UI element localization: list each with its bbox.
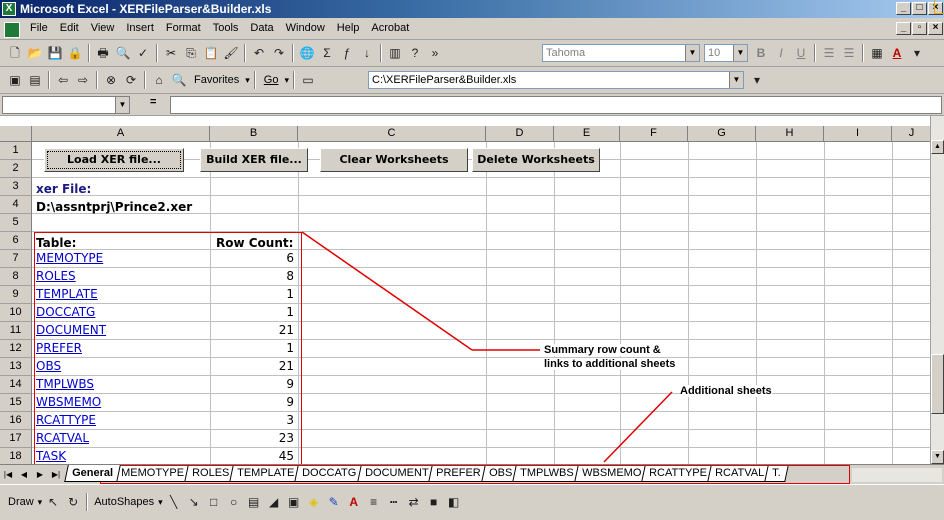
separator	[86, 493, 89, 511]
summary-note-line2: links to additional sheets	[544, 358, 676, 370]
arrow-icon[interactable]: ↘	[185, 493, 203, 511]
summary-note-line1: Summary row count &	[544, 344, 661, 356]
first-sheet-icon[interactable]: |◀	[2, 468, 14, 482]
3d-icon[interactable]: ◧	[445, 493, 463, 511]
summary-arrow-line	[301, 231, 473, 351]
textbox-icon[interactable]: ▤	[245, 493, 263, 511]
clipart-icon[interactable]: ▣	[285, 493, 303, 511]
prev-sheet-icon[interactable]: ◀	[18, 468, 30, 482]
line-style-icon[interactable]: ≡	[365, 493, 383, 511]
fill-color-icon[interactable]: ◈	[305, 493, 323, 511]
chevron-down-icon[interactable]: ▾	[38, 497, 43, 508]
oval-icon[interactable]: ○	[225, 493, 243, 511]
drawing-toolbar: Draw ▾ ↖ ↻ AutoShapes ▾ ╲ ↘ □ ○ ▤ ◢ ▣ ◈ …	[0, 484, 944, 520]
shadow-icon[interactable]: ■	[425, 493, 443, 511]
scroll-thumb[interactable]	[931, 354, 944, 414]
scroll-up-icon[interactable]: ▲	[931, 140, 944, 154]
font-color-icon[interactable]: A	[345, 493, 363, 511]
free-rotate-icon[interactable]: ↻	[64, 493, 82, 511]
line-color-icon[interactable]: ✎	[325, 493, 343, 511]
autoshapes-menu-button[interactable]: AutoShapes	[92, 496, 156, 508]
additional-sheets-note: Additional sheets	[680, 385, 772, 397]
chevron-down-icon[interactable]: ▾	[158, 497, 163, 508]
draw-menu-button[interactable]: Draw	[6, 496, 36, 508]
select-objects-icon[interactable]: ↖	[44, 493, 62, 511]
vertical-scrollbar[interactable]: ▲ ▼	[930, 116, 944, 464]
scroll-down-icon[interactable]: ▼	[931, 450, 944, 464]
next-sheet-icon[interactable]: ▶	[34, 468, 46, 482]
sheet-tab-bar: |◀ ◀ ▶ ▶| General MEMOTYPE ROLES TEMPLATE DO…	[0, 464, 944, 484]
annotation-arrows	[301, 231, 673, 463]
wordart-icon[interactable]: ◢	[265, 493, 283, 511]
sheet-tab[interactable]: General	[64, 465, 121, 482]
sheet-tab-label: General	[72, 467, 114, 479]
rectangle-icon[interactable]: □	[205, 493, 223, 511]
tabs-highlight-box	[100, 465, 850, 484]
arrow-style-icon[interactable]: ⇄	[405, 493, 423, 511]
last-sheet-icon[interactable]: ▶|	[50, 468, 62, 482]
line-icon[interactable]: ╲	[165, 493, 183, 511]
horizontal-scrollbar[interactable]	[852, 468, 942, 482]
dash-style-icon[interactable]: ┅	[385, 493, 403, 511]
additional-arrow-line	[603, 391, 673, 463]
